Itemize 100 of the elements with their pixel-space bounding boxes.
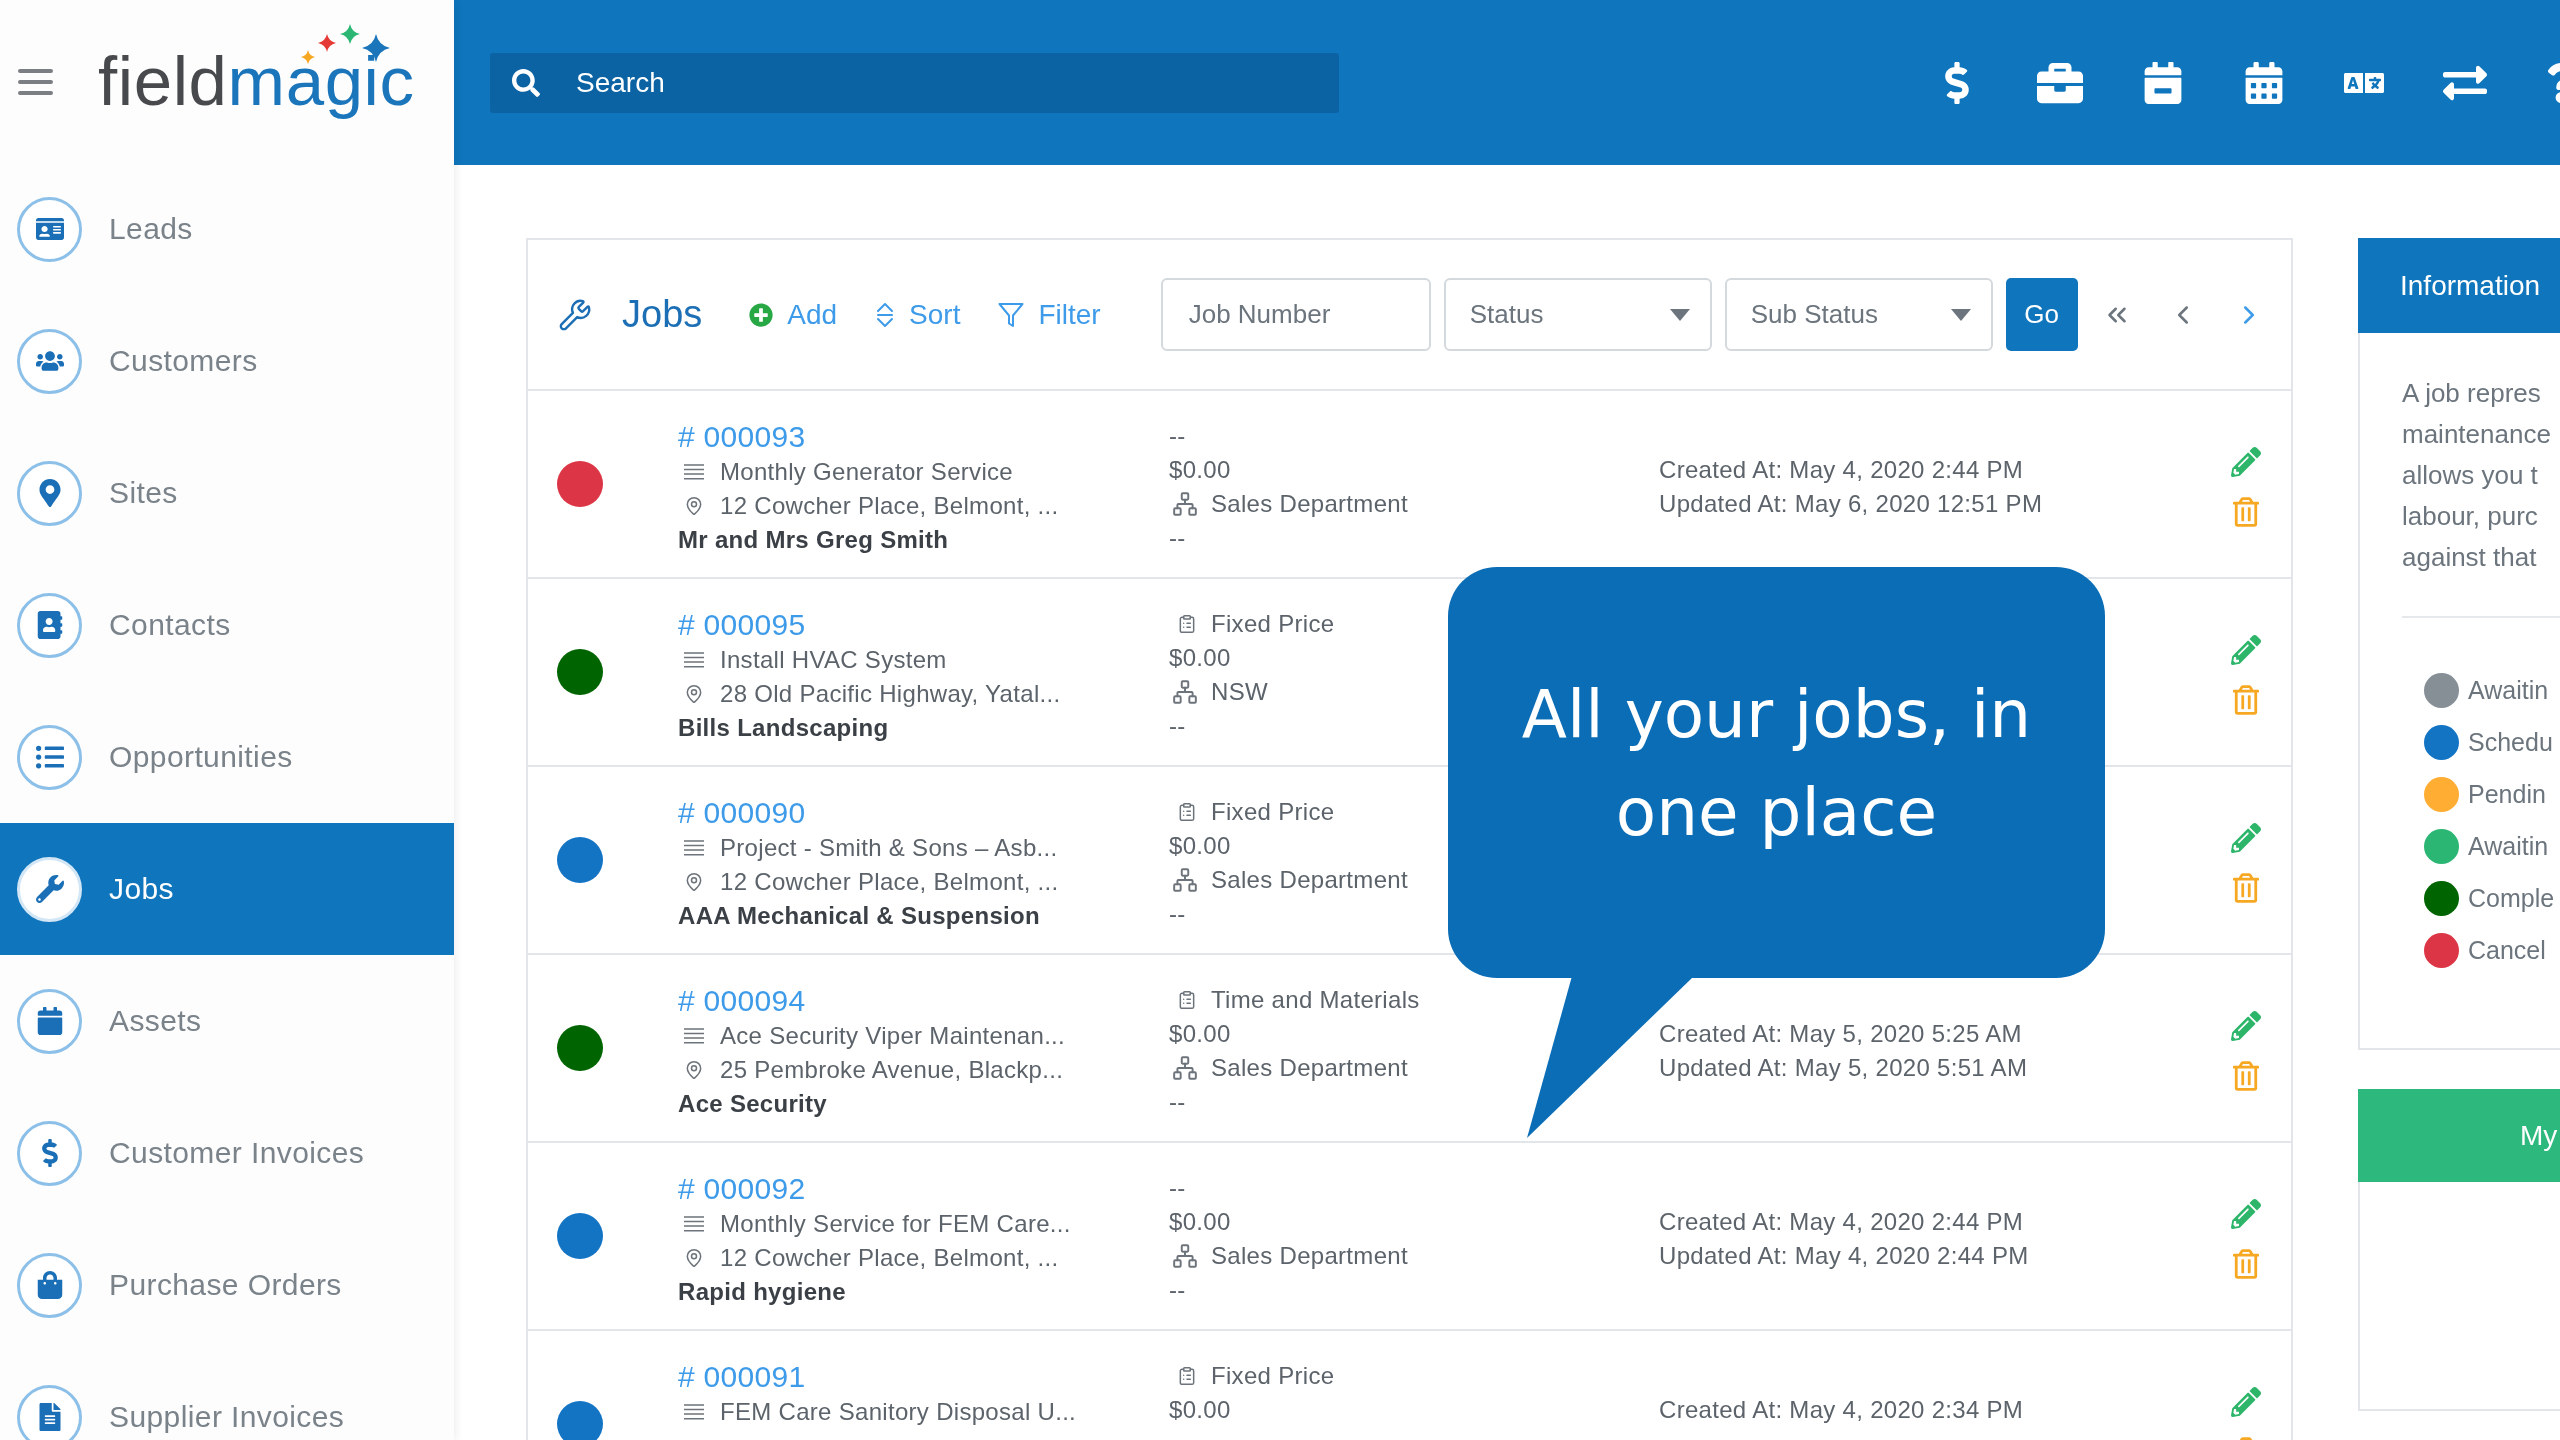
clipboard-icon <box>1177 1364 1197 1388</box>
sidebar-item[interactable]: Customer Invoices <box>0 1087 454 1219</box>
sidebar-item[interactable]: Contacts <box>0 559 454 691</box>
pricing-type: Fixed Price <box>1211 1361 1335 1391</box>
calendar-icon[interactable] <box>2142 61 2184 104</box>
customer-name: AAA Mechanical & Suspension <box>678 901 1040 931</box>
updated-date: Updated At: May 5, 2020 5:51 AM <box>1659 1053 2028 1083</box>
panel-title: Jobs <box>622 293 703 336</box>
sidebar-item[interactable]: Purchase Orders <box>0 1219 454 1351</box>
pencil-icon[interactable] <box>2230 447 2261 477</box>
department-name: Sales Department <box>1211 1053 1408 1083</box>
job-number-link[interactable]: # 000091 <box>678 1359 806 1395</box>
add-button[interactable]: Add <box>749 298 838 331</box>
job-amount: $0.00 <box>1169 455 1231 485</box>
sort-icon <box>875 300 896 329</box>
legend-label: Pendin <box>2468 779 2546 809</box>
department-name: NSW <box>1211 677 1268 707</box>
text-lines-icon <box>684 652 704 668</box>
job-address: 25 Pembroke Avenue, Blackp... <box>720 1055 1064 1085</box>
updated-date: Updated At: May 4, 2020 2:44 PM <box>1659 1241 2029 1271</box>
trash-icon[interactable] <box>2232 1061 2259 1091</box>
sort-button[interactable]: Sort <box>875 298 961 331</box>
customer-name: Rapid hygiene <box>678 1277 846 1307</box>
job-number-link[interactable]: # 000095 <box>678 607 806 643</box>
job-amount: $0.00 <box>1169 831 1231 861</box>
job-number-link[interactable]: # 000092 <box>678 1171 806 1207</box>
legend-label: Cancel <box>2468 935 2546 965</box>
pencil-icon[interactable] <box>2230 635 2261 665</box>
job-notes: -- <box>1169 899 1186 929</box>
created-date: Created At: May 4, 2020 2:44 PM <box>1659 455 2024 485</box>
legend-label: Comple <box>2468 883 2555 913</box>
legend-label: Awaitin <box>2468 831 2549 861</box>
trash-icon[interactable] <box>2232 1249 2259 1279</box>
sub-status-dropdown[interactable]: Sub Status <box>1724 278 1993 351</box>
updated-date: Updated At: May 6, 2020 12:51 PM <box>1659 489 2043 519</box>
text-lines-icon <box>684 1216 704 1232</box>
sidebar-item[interactable]: Sites <box>0 427 454 559</box>
pencil-icon[interactable] <box>2230 1387 2261 1417</box>
map-pin-icon <box>684 494 704 518</box>
status-dropdown[interactable]: Status <box>1443 278 1712 351</box>
trash-icon[interactable] <box>2232 497 2259 527</box>
pencil-icon[interactable] <box>2230 1199 2261 1229</box>
sidebar-item[interactable]: Jobs <box>0 823 454 955</box>
text-lines-icon <box>684 1404 704 1420</box>
job-notes: -- <box>1169 711 1186 741</box>
card-header: Information <box>2358 238 2560 333</box>
job-description: Monthly Service for FEM Care... <box>720 1209 1071 1239</box>
customer-name: Ace Security <box>678 1089 827 1119</box>
sidebar-item[interactable]: Opportunities <box>0 691 454 823</box>
job-number-link[interactable]: # 000094 <box>678 983 806 1019</box>
trash-icon[interactable] <box>2232 685 2259 715</box>
search-field[interactable]: Search <box>576 62 876 103</box>
job-address: 12 Cowcher Place, Belmont, ... <box>720 867 1059 897</box>
job-number-link[interactable]: # 000090 <box>678 795 806 831</box>
filter-button[interactable]: Filter <box>998 298 1101 331</box>
sidebar-item[interactable]: Assets <box>0 955 454 1087</box>
question-mark-icon[interactable] <box>2546 62 2560 103</box>
job-address: 12 Cowcher Place, Belmont, ... <box>720 491 1059 521</box>
pricing-type: Time and Materials <box>1211 985 1420 1015</box>
job-amount: $0.00 <box>1169 1019 1231 1049</box>
text-lines-icon <box>684 1028 704 1044</box>
job-address: 28 Old Pacific Highway, Yatal... <box>720 679 1061 709</box>
info-text: A job repres maintenance allows you t labour, purc against that <box>2402 377 2552 574</box>
search-icon <box>512 68 540 97</box>
job-description: FEM Care Sanitory Disposal U... <box>720 1397 1077 1427</box>
filter-icon <box>998 301 1025 328</box>
speech-bubble: All your jobs, in one place <box>1448 567 2105 978</box>
sidebar-item[interactable]: Supplier Invoices <box>0 1351 454 1440</box>
department-name: Sales Department <box>1211 1241 1408 1271</box>
job-notes: -- <box>1169 1087 1186 1117</box>
job-address: 12 Cowcher Place, Belmont, ... <box>720 1243 1059 1273</box>
pencil-icon[interactable] <box>2230 823 2261 853</box>
department-name: Sales Department <box>1211 489 1408 519</box>
calendar-grid-icon[interactable] <box>2243 61 2285 104</box>
pricing-type: Fixed Price <box>1211 609 1335 639</box>
pencil-icon[interactable] <box>2230 1011 2261 1041</box>
job-description: Project - Smith & Sons – Asb... <box>720 833 1058 863</box>
sidebar-item[interactable]: Customers <box>0 295 454 427</box>
trash-icon[interactable] <box>2232 873 2259 903</box>
job-number-link[interactable]: # 000093 <box>678 419 806 455</box>
job-description: Ace Security Viper Maintenan... <box>720 1021 1066 1051</box>
map-pin-icon <box>684 870 704 894</box>
map-pin-icon <box>684 1246 704 1270</box>
pricing-type: -- <box>1169 421 1186 451</box>
legend-label: Schedu <box>2468 727 2553 757</box>
job-number-field[interactable]: Job Number <box>1160 278 1431 351</box>
job-amount: $0.00 <box>1169 1395 1231 1425</box>
sitemap-icon <box>1171 867 1199 893</box>
text-lines-icon <box>684 464 704 480</box>
customer-name: Mr and Mrs Greg Smith <box>678 525 949 555</box>
created-date: Created At: May 4, 2020 2:34 PM <box>1659 1395 2024 1425</box>
job-description: Monthly Generator Service <box>720 457 1013 487</box>
go-button[interactable]: Go <box>2005 278 2078 351</box>
caret-down-icon <box>1950 308 1971 321</box>
sidebar-item[interactable]: Leads <box>0 163 454 295</box>
job-amount: $0.00 <box>1169 1207 1231 1237</box>
created-date: Created At: May 5, 2020 5:25 AM <box>1659 1019 2022 1049</box>
text-lines-icon <box>684 840 704 856</box>
menu-icon[interactable] <box>18 67 53 96</box>
job-description: Install HVAC System <box>720 645 947 675</box>
